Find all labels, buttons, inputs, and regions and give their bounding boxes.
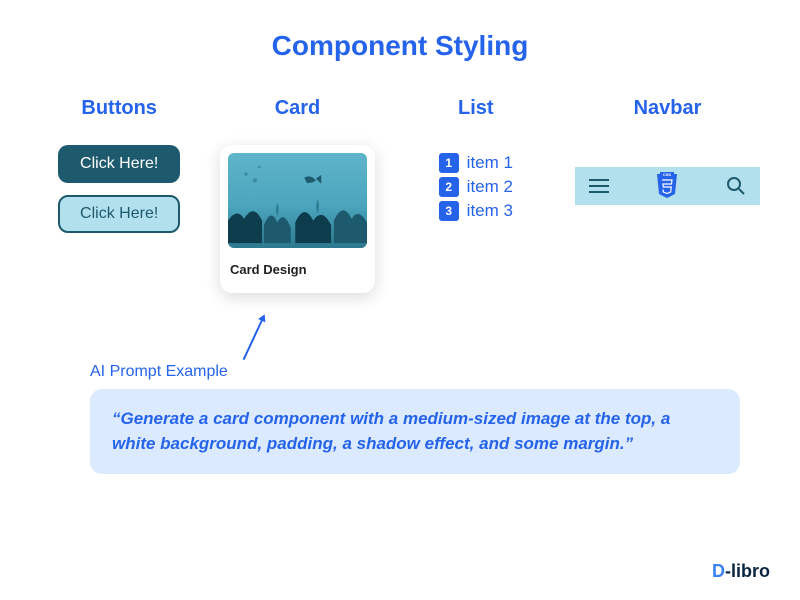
hamburger-icon[interactable]: [589, 179, 609, 193]
css-shield-icon: CSS: [655, 172, 679, 200]
brand-logo: D-libro: [712, 561, 770, 582]
card-header: Card: [275, 97, 321, 120]
list-item: 2 item 2: [439, 177, 513, 197]
card-example: Card Design: [220, 145, 375, 293]
list-example: 1 item 1 2 item 2 3 item 3: [439, 153, 513, 221]
card-column: Card Card Design: [218, 97, 376, 293]
component-grid: Buttons Click Here! Click Here! Card: [40, 97, 760, 293]
list-label: item 1: [467, 153, 513, 173]
card-caption: Card Design: [228, 258, 367, 285]
list-badge: 3: [439, 201, 459, 221]
list-label: item 2: [467, 177, 513, 197]
list-item: 3 item 3: [439, 201, 513, 221]
prompt-box: “Generate a card component with a medium…: [90, 389, 740, 474]
card-image: [228, 153, 367, 248]
list-badge: 1: [439, 153, 459, 173]
search-icon[interactable]: [726, 176, 746, 196]
navbar-header: Navbar: [634, 97, 702, 120]
buttons-header: Buttons: [81, 97, 157, 120]
prompt-label: AI Prompt Example: [90, 363, 740, 381]
list-column: List 1 item 1 2 item 2 3 item 3: [397, 97, 555, 293]
list-label: item 3: [467, 201, 513, 221]
buttons-column: Buttons Click Here! Click Here!: [40, 97, 198, 293]
navbar-example: CSS: [575, 167, 760, 205]
prompt-section: AI Prompt Example “Generate a card compo…: [90, 363, 740, 474]
list-item: 1 item 1: [439, 153, 513, 173]
brand-rest: -libro: [725, 561, 770, 581]
svg-text:CSS: CSS: [663, 172, 672, 177]
navbar-column: Navbar CSS: [575, 97, 760, 293]
underwater-illustration: [228, 153, 367, 248]
list-badge: 2: [439, 177, 459, 197]
page-title: Component Styling: [40, 30, 760, 62]
list-header: List: [458, 97, 494, 120]
connector-arrow: [243, 318, 264, 361]
brand-d: D: [712, 561, 725, 581]
cta-button-outline[interactable]: Click Here!: [58, 195, 180, 233]
cta-button-solid[interactable]: Click Here!: [58, 145, 180, 183]
